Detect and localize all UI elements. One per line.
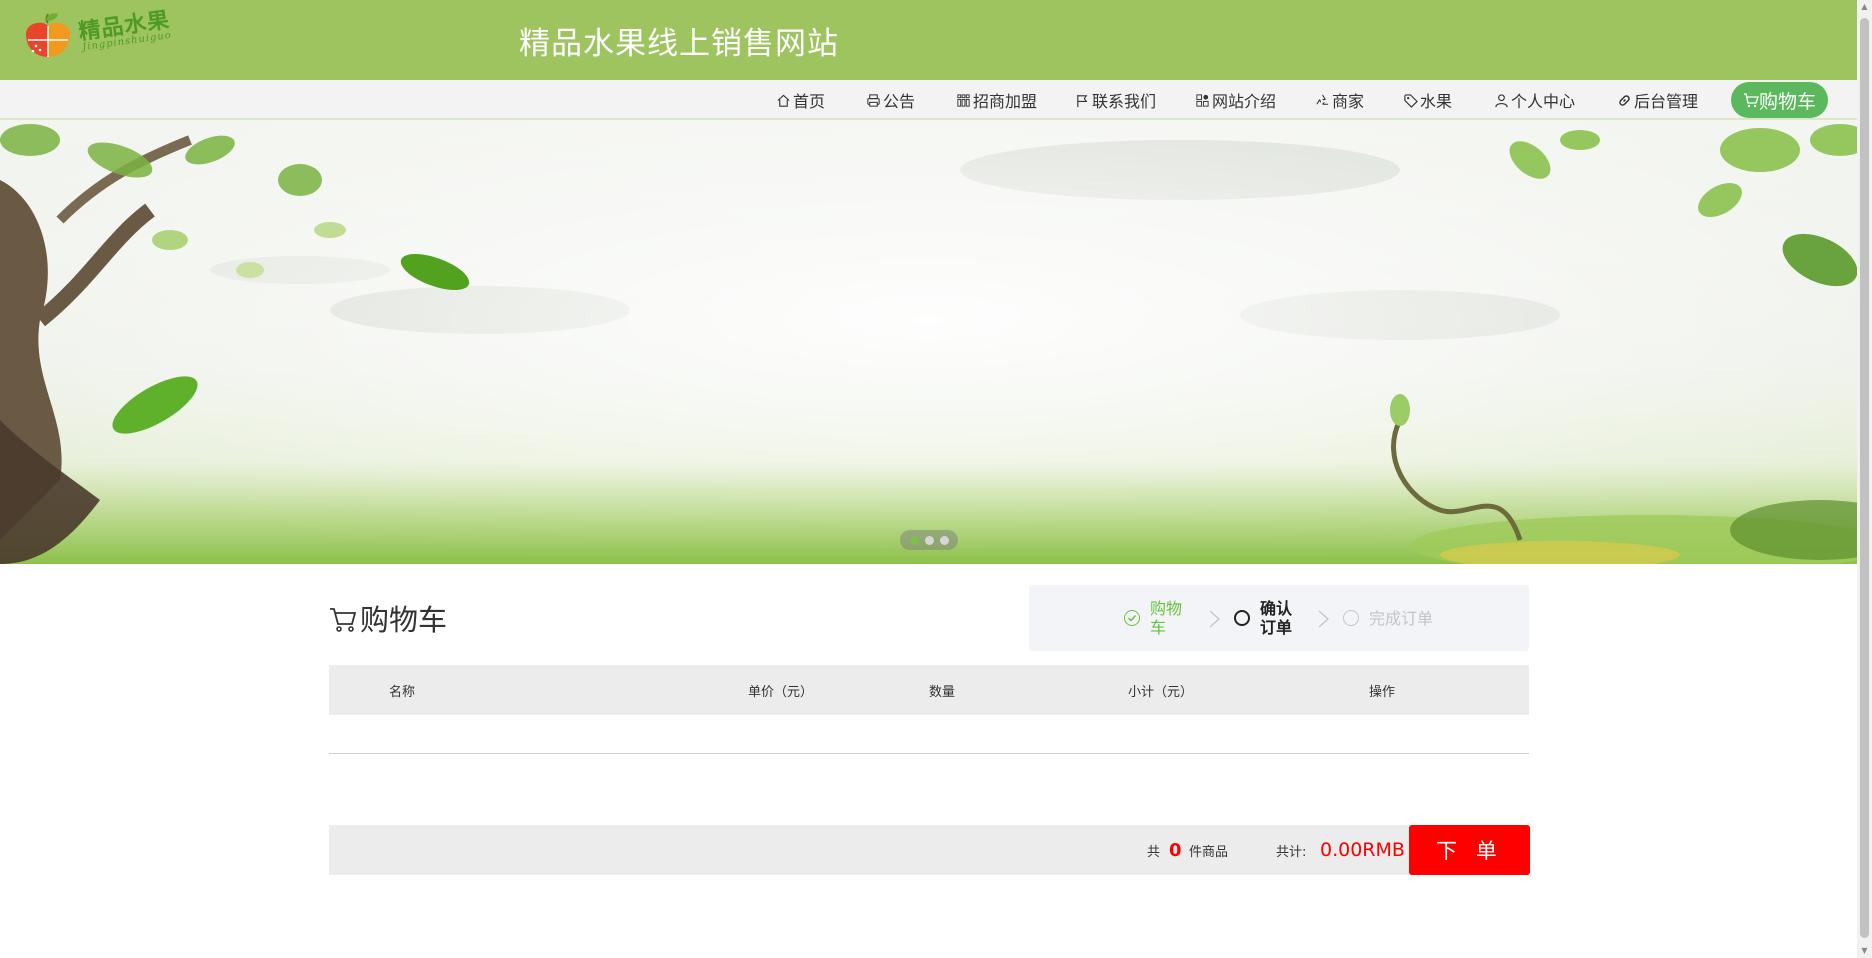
step-complete: 完成订单 — [1343, 585, 1459, 651]
total-label: 共计: — [1276, 844, 1307, 860]
nav-label: 水果 — [1420, 92, 1453, 111]
count-suffix: 件商品 — [1189, 844, 1229, 860]
cart-table-header: 名称 单价（元） 数量 小计（元） 操作 — [329, 665, 1529, 715]
chevron-right-icon — [1318, 610, 1329, 628]
site-logo[interactable]: 精品水果 Jingpinshuiguo — [22, 2, 172, 58]
printer-icon — [867, 93, 880, 107]
nav-label: 商家 — [1332, 92, 1365, 111]
order-steps: 购物车 确认订单 完成订单 — [1029, 585, 1529, 651]
nav-item-profile[interactable]: 个人中心 — [1494, 80, 1575, 120]
banner-dot[interactable] — [939, 535, 949, 545]
user-icon — [1495, 93, 1508, 107]
nav-label: 公告 — [883, 92, 916, 111]
site-header: 精品水果 Jingpinshuiguo 精品水果线上销售网站 — [0, 0, 1857, 80]
nav-label: 招商加盟 — [973, 92, 1038, 111]
grid-icon — [957, 93, 970, 107]
cart-heading: 购物车 — [328, 598, 447, 638]
circle-icon — [1234, 610, 1250, 626]
nav-item-admin[interactable]: 后台管理 — [1617, 80, 1698, 120]
main-nav: 首页 公告 招商加盟 联系我们 网站介绍 商家 水果 个人中心 后台管理 — [0, 80, 1857, 120]
nav-item-about[interactable]: 网站介绍 — [1195, 80, 1276, 120]
banner-dot[interactable] — [924, 535, 934, 545]
banner-illustration — [0, 120, 1857, 564]
nav-label: 首页 — [793, 92, 826, 111]
circle-icon — [1343, 610, 1359, 626]
step-label: 确认订单 — [1260, 599, 1293, 637]
nav-cart-label: 购物车 — [1758, 90, 1816, 113]
step-cart: 购物车 — [1124, 585, 1190, 651]
page: 精品水果 Jingpinshuiguo 精品水果线上销售网站 首页 公告 招商加… — [0, 0, 1857, 958]
link-icon — [1619, 94, 1630, 106]
cart-table-divider — [329, 753, 1529, 754]
tag-icon — [1404, 93, 1418, 108]
scrollbar-thumb[interactable] — [1860, 18, 1869, 938]
chevron-right-icon — [1209, 610, 1220, 628]
item-count: 0 — [1169, 839, 1182, 861]
count-prefix: 共 — [1147, 844, 1161, 860]
column-header-actions: 操作 — [1369, 684, 1396, 700]
nav-item-home[interactable]: 首页 — [776, 80, 825, 120]
column-header-name: 名称 — [389, 684, 416, 700]
nav-label: 网站介绍 — [1212, 92, 1277, 111]
flag-icon — [1077, 94, 1088, 107]
cart-icon — [330, 608, 357, 632]
apps-icon — [1196, 93, 1209, 107]
scroll-down-icon[interactable]: ▼ — [1860, 946, 1869, 956]
cart-icon — [1743, 93, 1759, 108]
nav-cart-button[interactable]: 购物车 — [1731, 82, 1828, 118]
nav-item-merchants[interactable]: 商家 — [1315, 80, 1364, 120]
recycle-icon — [1316, 94, 1329, 105]
scroll-up-icon[interactable]: ▲ — [1860, 2, 1869, 12]
vertical-scrollbar[interactable]: ▲ ▼ — [1857, 0, 1872, 958]
total-amount: 0.00RMB — [1320, 839, 1405, 861]
step-label: 完成订单 — [1369, 608, 1434, 628]
step-confirm: 确认订单 — [1234, 585, 1300, 651]
nav-label: 后台管理 — [1634, 92, 1699, 111]
column-header-quantity: 数量 — [929, 684, 956, 700]
home-icon — [777, 94, 790, 107]
banner-dot[interactable] — [909, 535, 919, 545]
check-circle-icon — [1124, 610, 1140, 626]
place-order-button[interactable]: 下 单 — [1409, 825, 1530, 875]
nav-label: 个人中心 — [1511, 92, 1576, 111]
hero-banner[interactable] — [0, 120, 1857, 564]
cart-title-text: 购物车 — [360, 603, 448, 637]
nav-item-announcement[interactable]: 公告 — [866, 80, 915, 120]
nav-item-fruit[interactable]: 水果 — [1403, 80, 1452, 120]
column-header-subtotal: 小计（元） — [1128, 684, 1194, 700]
fruit-logo-icon — [26, 13, 70, 58]
nav-item-contact[interactable]: 联系我们 — [1075, 80, 1156, 120]
column-header-price: 单价（元） — [748, 684, 814, 700]
step-label: 购物车 — [1150, 599, 1183, 637]
nav-label: 联系我们 — [1092, 92, 1157, 111]
nav-item-franchise[interactable]: 招商加盟 — [956, 80, 1037, 120]
cart-summary-bar: 共 0 件商品 共计: 0.00RMB — [329, 825, 1529, 875]
site-title: 精品水果线上销售网站 — [519, 26, 839, 62]
banner-pagination — [900, 530, 958, 550]
